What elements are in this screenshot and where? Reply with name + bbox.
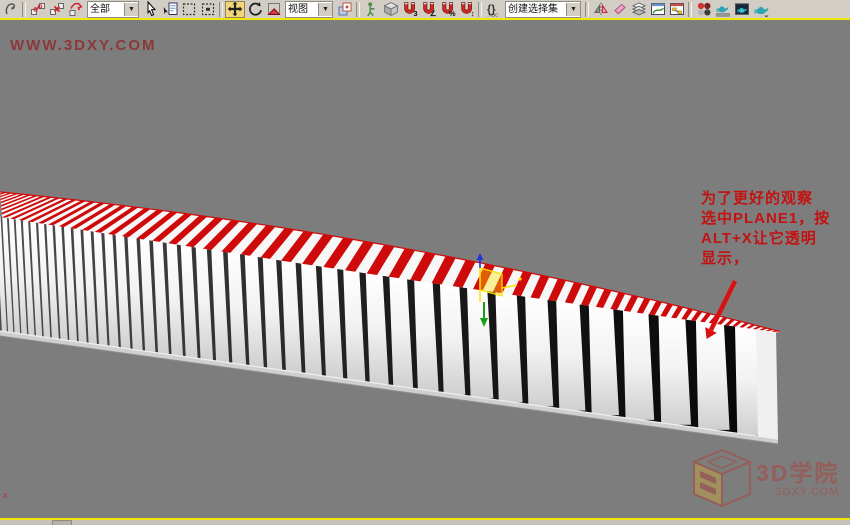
render-icon[interactable] — [751, 1, 770, 18]
selection-filter-dropdown-value: 全部 — [90, 3, 110, 15]
svg-text:↕: ↕ — [470, 9, 474, 17]
perspective-viewport[interactable]: WWW.3DXY.COM 为了更好的观察 选中PLANE1，按 ALT+X让它透… — [0, 20, 850, 518]
axis-x-label: x — [3, 490, 8, 500]
keyboard-shortcut-override-icon[interactable] — [381, 1, 400, 18]
status-sunken-box — [52, 520, 72, 525]
window-crossing-toggle-icon[interactable] — [198, 1, 217, 18]
dropdown-caret-icon[interactable]: ▼ — [318, 2, 332, 16]
annotation-line: 选中PLANE1，按 — [701, 210, 831, 227]
use-pivot-point-center-icon[interactable] — [335, 1, 354, 18]
named-selection-set-dropdown[interactable]: 创建选择集 ▼ — [505, 0, 581, 18]
spinner-snap-icon[interactable]: ↕ — [457, 1, 476, 18]
toolbar-separator — [478, 1, 482, 17]
dropdown-caret-icon[interactable]: ▼ — [566, 2, 580, 16]
select-and-rotate-icon[interactable] — [245, 1, 264, 18]
toolbar-separator — [22, 1, 26, 17]
edit-named-selection-sets-icon[interactable]: {} ABC — [484, 1, 503, 18]
layer-manager-icon[interactable] — [629, 1, 648, 18]
main-toolbar: 全部 ▼ 视图 ▼ 3 ∠% ↕ {} ABC 创建选择集 ▼ — [0, 0, 850, 18]
curve-editor-icon[interactable] — [648, 1, 667, 18]
annotation-line: 为了更好的观察 — [701, 190, 814, 207]
select-and-manipulate-icon[interactable] — [362, 1, 381, 18]
material-editor-icon[interactable] — [694, 1, 713, 18]
select-and-move-icon[interactable] — [225, 0, 245, 18]
scene-canvas[interactable] — [0, 20, 850, 518]
named-selection-set-dropdown-value: 创建选择集 — [508, 3, 558, 15]
logo-cube-icon — [692, 448, 752, 508]
brand-watermark: 3D学院 3DXY.COM — [692, 448, 839, 510]
svg-text:ABC: ABC — [489, 13, 499, 18]
annotation-text: 为了更好的观察 选中PLANE1，按 ALT+X让它透明 显示， — [701, 189, 841, 269]
percent-snap-icon[interactable]: % — [438, 1, 457, 18]
dropdown-caret-icon[interactable]: ▼ — [124, 2, 138, 16]
align-icon[interactable] — [610, 1, 629, 18]
bind-to-spacewarp-icon[interactable] — [66, 1, 85, 18]
svg-text:%: % — [448, 9, 455, 17]
toolbar-separator — [219, 1, 223, 17]
undo-scene-icon[interactable] — [1, 1, 20, 18]
annotation-line: 显示， — [701, 250, 750, 267]
render-setup-icon[interactable] — [713, 1, 732, 18]
toolbar-separator — [585, 1, 589, 17]
reference-coordinate-dropdown-value: 视图 — [288, 3, 308, 15]
schematic-view-icon[interactable] — [667, 1, 686, 18]
unlink-selection-icon[interactable] — [47, 1, 66, 18]
rendered-frame-window-icon[interactable] — [732, 1, 751, 18]
snap-toggle-icon[interactable]: 3 — [400, 1, 419, 18]
angle-snap-icon[interactable]: ∠ — [419, 1, 438, 18]
mirror-icon[interactable] — [591, 1, 610, 18]
logo-subtitle: 3DXY.COM — [775, 485, 840, 498]
toolbar-separator — [356, 1, 360, 17]
rectangular-selection-region-icon[interactable] — [179, 1, 198, 18]
status-strip: 0 / 100 — [0, 520, 850, 525]
select-by-name-icon[interactable] — [160, 1, 179, 18]
toolbar-separator — [688, 1, 692, 17]
3dsmax-window: 全部 ▼ 视图 ▼ 3 ∠% ↕ {} ABC 创建选择集 ▼ WWW.3DXY.COM 为了更好的… — [0, 0, 850, 525]
select-and-link-icon[interactable] — [28, 1, 47, 18]
reference-coordinate-dropdown[interactable]: 视图 ▼ — [285, 0, 333, 18]
select-and-scale-icon[interactable] — [264, 1, 283, 18]
svg-text:∠: ∠ — [429, 9, 436, 17]
svg-text:3: 3 — [413, 9, 417, 17]
select-object-icon[interactable] — [141, 1, 160, 18]
watermark-text: WWW.3DXY.COM — [10, 37, 157, 54]
logo-title: 3D学院 — [756, 459, 840, 486]
selection-filter-dropdown[interactable]: 全部 ▼ — [87, 0, 139, 18]
annotation-line: ALT+X让它透明 — [701, 230, 817, 247]
